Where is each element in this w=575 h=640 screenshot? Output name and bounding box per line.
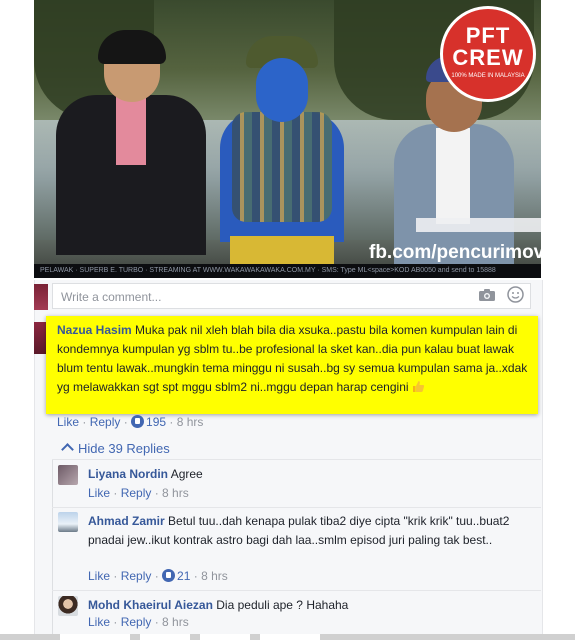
like-count-icon: [131, 415, 145, 428]
hide-replies-button[interactable]: Hide 39 Replies: [60, 441, 170, 456]
reply-time[interactable]: 8 hrs: [201, 569, 228, 583]
reply-author-name[interactable]: Mohd Khaeirul Aiezan: [88, 598, 213, 612]
reply-actions: Like · Reply · 21 · 8 hrs: [88, 569, 228, 583]
pft-crew-logo: PFT CREW 100% MADE IN MALAYSIA: [440, 6, 536, 102]
divider: [52, 459, 541, 460]
like-link[interactable]: Like: [88, 569, 110, 583]
like-link[interactable]: Like: [57, 415, 79, 429]
highlighted-comment: Nazua Hasim Muka pak nil xleh blah bila …: [46, 316, 538, 414]
comment-input[interactable]: [59, 287, 463, 307]
reply-link[interactable]: Reply: [90, 415, 121, 429]
reply-avatar[interactable]: [58, 465, 78, 485]
like-count[interactable]: 195: [146, 415, 166, 429]
thumbs-up-icon: [412, 381, 424, 392]
emoji-icon[interactable]: [507, 286, 524, 303]
video-thumbnail[interactable]: PFT CREW 100% MADE IN MALAYSIA fb.com/pe…: [34, 0, 541, 278]
blurred-caption: [416, 218, 541, 232]
comment-actions: Like · Reply · 195 · 8 hrs: [57, 415, 204, 429]
camera-icon[interactable]: [479, 289, 495, 301]
reply-author-name[interactable]: Ahmad Zamir: [88, 514, 165, 528]
reply-link[interactable]: Reply: [121, 569, 152, 583]
chevron-up-icon: [61, 443, 74, 456]
reply-thread-line: [52, 460, 53, 640]
reply-time[interactable]: 8 hrs: [162, 486, 189, 500]
reply-link[interactable]: Reply: [121, 486, 152, 500]
reply-actions: Like · Reply · 8 hrs: [88, 486, 189, 500]
reply-avatar[interactable]: [58, 596, 78, 616]
comment-time[interactable]: 8 hrs: [177, 415, 204, 429]
like-link[interactable]: Like: [88, 615, 110, 629]
reply-avatar[interactable]: [58, 512, 78, 532]
reply-text: Agree: [170, 467, 203, 481]
watermark-text: fb.com/pencurimov: [369, 242, 541, 263]
current-user-avatar[interactable]: [34, 284, 48, 310]
like-link[interactable]: Like: [88, 486, 110, 500]
like-count[interactable]: 21: [177, 569, 190, 583]
comment-box[interactable]: [52, 283, 531, 309]
bottom-taskbar: [0, 634, 575, 640]
reply-item: Ahmad Zamir Betul tuu..dah kenapa pulak …: [58, 512, 528, 572]
reply-link[interactable]: Reply: [121, 615, 152, 629]
reply-text: Dia peduli ape ? Hahaha: [216, 598, 349, 612]
reply-actions: Like · Reply · 8 hrs: [88, 615, 189, 629]
tv-ticker: PELAWAK · SUPERB E. TURBO · STREAMING AT…: [34, 264, 541, 278]
reply-time[interactable]: 8 hrs: [162, 615, 189, 629]
divider: [52, 507, 541, 508]
like-count-icon: [162, 569, 176, 582]
comment-author-name[interactable]: Nazua Hasim: [57, 323, 132, 337]
reply-author-name[interactable]: Liyana Nordin: [88, 467, 168, 481]
divider: [52, 590, 541, 591]
